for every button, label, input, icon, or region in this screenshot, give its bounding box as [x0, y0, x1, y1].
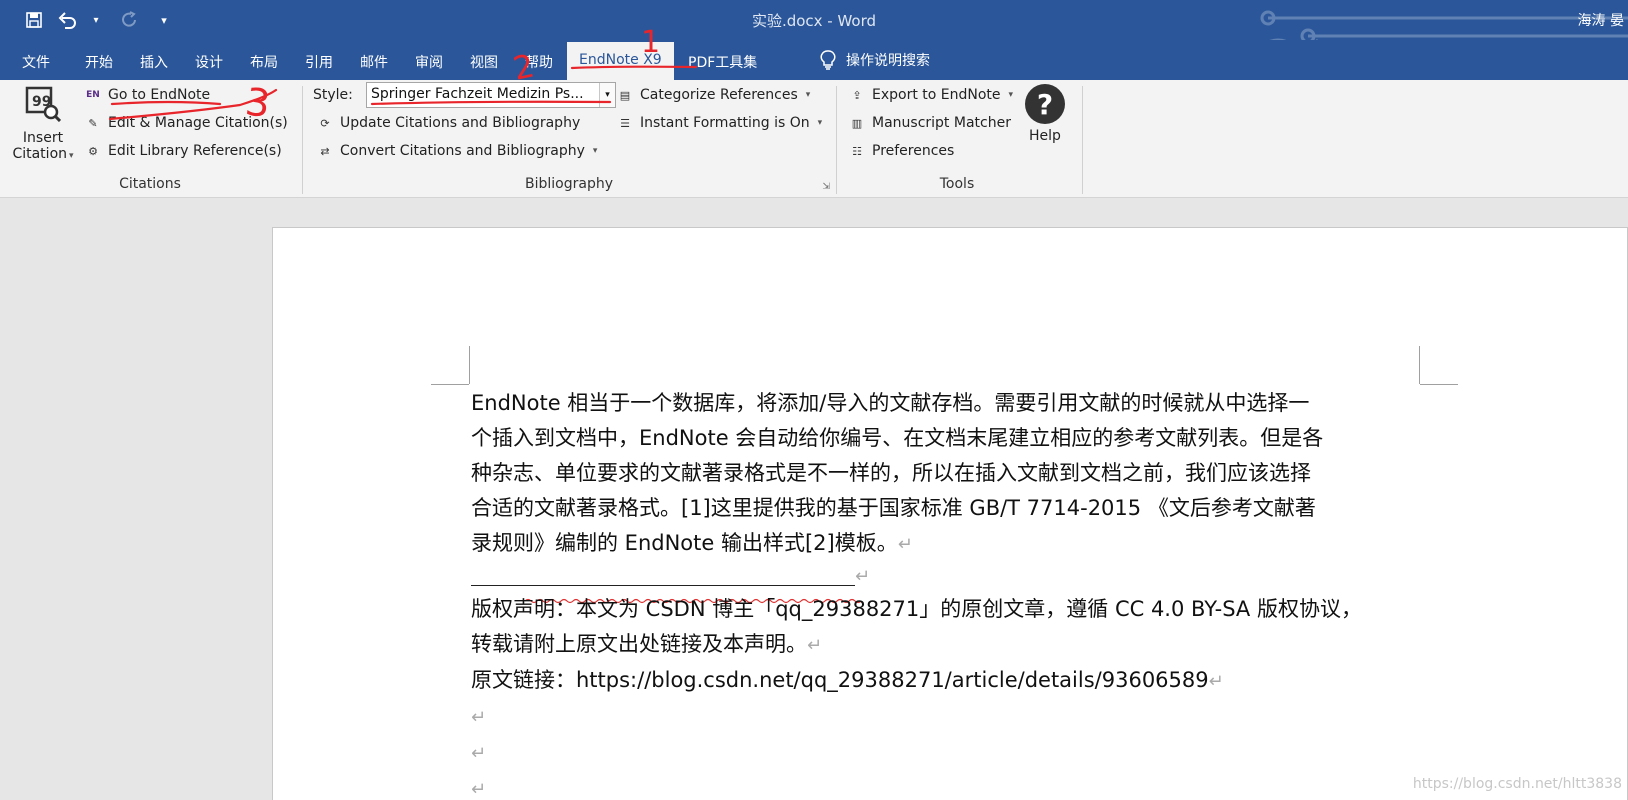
copyright-line: 版权声明：本文为 CSDN 博主「qq_29388271」的原创文章，遵循 CC…: [471, 597, 1362, 621]
tab-view[interactable]: 视图: [470, 52, 498, 72]
insert-citation-icon: 99: [25, 86, 62, 123]
document-page[interactable]: EndNote 相当于一个数据库，将添加/导入的文献存档。需要引用文献的时候就从…: [272, 227, 1628, 800]
manuscript-matcher-button[interactable]: ▥ Manuscript Matcher: [848, 111, 1011, 135]
preferences-icon: ☷: [852, 144, 862, 158]
copyright-paragraph[interactable]: 版权声明：本文为 CSDN 博主「qq_29388271」的原创文章，遵循 CC…: [471, 592, 1419, 800]
separator-line-paragraph[interactable]: ↵: [471, 560, 1419, 592]
edit-library-icon: ⚙: [88, 144, 98, 158]
tools-group-label: Tools: [939, 176, 975, 192]
paragraph-line-last: 录规则》编制的 EndNote 输出样式[2]模板。↵: [471, 531, 913, 555]
paragraph-mark-icon: ↵: [471, 707, 487, 728]
crop-mark: [469, 346, 470, 384]
body-paragraph[interactable]: EndNote 相当于一个数据库，将添加/导入的文献存档。需要引用文献的时候就从…: [471, 386, 1419, 562]
style-label: Style:: [313, 87, 353, 103]
tab-file[interactable]: 文件: [22, 52, 50, 72]
paragraph-mark-icon: ↵: [471, 779, 487, 800]
tab-insert[interactable]: 插入: [140, 52, 168, 72]
export-label: Export to EndNote: [872, 87, 1001, 103]
help-icon: ?: [1025, 84, 1065, 124]
tab-references[interactable]: 引用: [305, 52, 333, 72]
convert-label: Convert Citations and Bibliography: [340, 143, 585, 159]
style-select-value: Springer Fachzeit Medizin Ps...: [371, 86, 584, 102]
export-to-endnote-button[interactable]: ⇪ Export to EndNote ▾: [848, 83, 1013, 107]
convert-citations-icon: ⇄: [320, 144, 330, 158]
style-dropdown-arrow-icon[interactable]: ▾: [599, 83, 615, 107]
lightbulb-icon: [820, 50, 836, 70]
manuscript-label: Manuscript Matcher: [872, 115, 1011, 131]
group-separator: [1082, 86, 1083, 194]
paragraph-line: EndNote 相当于一个数据库，将添加/导入的文献存档。需要引用文献的时候就从…: [471, 391, 1310, 415]
instant-formatting-icon: ☰: [620, 116, 630, 130]
tell-me-label: 操作说明搜索: [846, 53, 930, 69]
paragraph-mark-icon: ↵: [471, 743, 487, 764]
group-citations: 99 Insert Citation ▾ EN Go to EndNote ✎ E…: [0, 80, 300, 198]
paragraph-mark-icon: ↵: [807, 635, 823, 656]
categorize-icon: ▤: [619, 88, 631, 102]
group-separator: [302, 86, 303, 194]
edit-manage-citations-button[interactable]: ✎ Edit & Manage Citation(s): [84, 111, 288, 135]
update-citations-button[interactable]: ⟳ Update Citations and Bibliography: [316, 111, 580, 135]
convert-citations-button[interactable]: ⇄ Convert Citations and Bibliography ▾: [316, 139, 597, 163]
go-to-endnote-button[interactable]: EN Go to EndNote: [84, 83, 210, 107]
categorize-references-button[interactable]: ▤ Categorize References ▾: [616, 83, 811, 107]
document-canvas[interactable]: EndNote 相当于一个数据库，将添加/导入的文献存档。需要引用文献的时候就从…: [0, 199, 1628, 800]
paragraph-line: 合适的文献著录格式。[1]这里提供我的基于国家标准 GB/T 7714-2015…: [471, 496, 1316, 520]
bibliography-dialog-launcher-icon[interactable]: ⇲: [822, 182, 830, 192]
help-label: Help: [1029, 128, 1061, 144]
tab-design[interactable]: 设计: [195, 52, 223, 72]
crop-mark: [431, 384, 469, 385]
update-label: Update Citations and Bibliography: [340, 115, 581, 131]
edit-manage-label: Edit & Manage Citation(s): [108, 115, 288, 131]
horizontal-rule: [471, 566, 855, 586]
user-name[interactable]: 海涛 晏: [1578, 10, 1624, 30]
paragraph-line: 个插入到文档中，EndNote 会自动给你编号、在文档末尾建立相应的参考文献列表…: [471, 426, 1324, 450]
edit-library-label: Edit Library Reference(s): [108, 143, 282, 159]
crop-mark: [1420, 384, 1458, 385]
categorize-label: Categorize References: [640, 87, 798, 103]
title-bar: ▾ ▾ 实验.docx - Word 海涛 晏: [0, 0, 1628, 40]
copyright-line-last: 转载请附上原文出处链接及本声明。↵: [471, 632, 823, 656]
tab-layout[interactable]: 布局: [250, 52, 278, 72]
manuscript-matcher-icon: ▥: [851, 116, 863, 130]
document-title: 实验.docx - Word: [751, 12, 877, 30]
tab-help[interactable]: 帮助: [525, 52, 553, 72]
edit-citation-icon: ✎: [88, 116, 98, 130]
preferences-label: Preferences: [872, 143, 955, 159]
preferences-button[interactable]: ☷ Preferences: [848, 139, 954, 163]
help-button[interactable]: ? Help: [1012, 84, 1078, 144]
go-to-endnote-label: Go to EndNote: [108, 87, 211, 103]
empty-paragraph: ↵: [471, 735, 1419, 771]
crop-mark: [1419, 346, 1420, 384]
tab-pdf-tools[interactable]: PDF工具集: [688, 52, 757, 72]
source-link-line: 原文链接：https://blog.csdn.net/qq_29388271/a…: [471, 668, 1224, 692]
empty-paragraph: ↵: [471, 771, 1419, 800]
ribbon: 99 Insert Citation ▾ EN Go to EndNote ✎ E…: [0, 80, 1628, 198]
group-separator: [836, 86, 837, 194]
paragraph-line: 种杂志、单位要求的文献著录格式是不一样的，所以在插入文献到文档之前，我们应该选择: [471, 461, 1311, 485]
citations-group-label: Citations: [119, 176, 181, 192]
endnote-logo-icon: EN: [86, 90, 100, 100]
paragraph-mark-icon: ↵: [855, 566, 871, 587]
insert-citation-button[interactable]: 99 Insert Citation ▾: [10, 86, 76, 162]
ribbon-tabs: 文件 开始 插入 设计 布局 引用 邮件 审阅 视图 帮助 EndNote X9…: [0, 40, 1628, 80]
bibliography-group-label: Bibliography: [525, 176, 613, 192]
tell-me-search[interactable]: 操作说明搜索: [820, 50, 930, 70]
export-icon: ⇪: [852, 88, 862, 102]
tab-home[interactable]: 开始: [85, 52, 113, 72]
group-tools: ⇪ Export to EndNote ▾ ▥ Manuscript Matche…: [838, 80, 1080, 198]
empty-paragraph: ↵: [471, 699, 1419, 735]
insert-citation-label-1: Insert: [22, 130, 64, 146]
style-select[interactable]: Springer Fachzeit Medizin Ps... ▾: [366, 82, 616, 108]
watermark: https://blog.csdn.net/hltt3838: [1412, 776, 1622, 792]
paragraph-mark-icon: ↵: [897, 534, 913, 555]
paragraph-mark-icon: ↵: [1208, 671, 1224, 692]
update-citations-icon: ⟳: [320, 116, 330, 130]
tab-endnote[interactable]: EndNote X9: [567, 42, 674, 80]
instant-formatting-button[interactable]: ☰ Instant Formatting is On ▾: [616, 111, 822, 135]
tab-review[interactable]: 审阅: [415, 52, 443, 72]
instant-label: Instant Formatting is On: [640, 115, 810, 131]
edit-library-references-button[interactable]: ⚙ Edit Library Reference(s): [84, 139, 282, 163]
insert-citation-label-2: Citation ▾: [12, 146, 74, 162]
tab-mailings[interactable]: 邮件: [360, 52, 388, 72]
